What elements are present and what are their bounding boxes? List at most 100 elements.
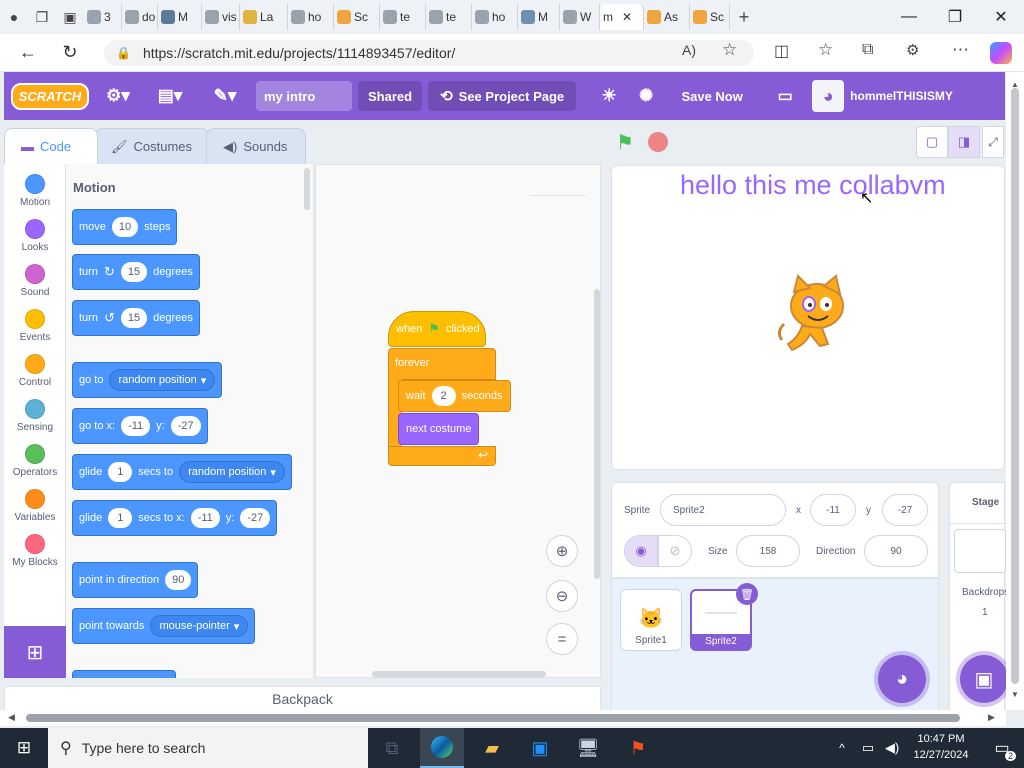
browser-tab[interactable]: ho <box>472 4 518 30</box>
large-stage-icon[interactable]: ◨ <box>948 126 980 158</box>
fullscreen-icon[interactable]: ⤢ <box>982 126 1004 158</box>
block-next-costume[interactable]: next costume <box>398 413 480 445</box>
theme-icon[interactable]: ☀ <box>590 72 628 120</box>
settings-menu-icon[interactable]: ⚙▾ <box>96 72 140 120</box>
debug-icon[interactable]: ✺ <box>628 72 664 120</box>
choose-backdrop-button[interactable]: ▣ <box>960 655 1008 703</box>
profile-icon[interactable]: ● <box>0 3 28 31</box>
block-dropdown[interactable]: random position ▾ <box>179 461 285 483</box>
block-number-input[interactable]: 15 <box>120 308 148 328</box>
scroll-down-icon[interactable]: ▼ <box>1011 690 1019 699</box>
stop-icon[interactable] <box>648 132 668 152</box>
file-explorer-icon[interactable]: ▰ <box>470 728 514 768</box>
favorite-star-icon[interactable]: ☆ <box>722 40 737 60</box>
browser-tab[interactable]: M <box>158 4 202 30</box>
windows-start-icon[interactable]: ⊞ <box>0 728 48 768</box>
browser-tab[interactable]: ho <box>288 4 334 30</box>
block-when-flag-clicked[interactable]: when ⚑ clicked <box>388 311 486 347</box>
hide-sprite-icon[interactable]: ⊘ <box>658 535 692 567</box>
block-number-input[interactable]: 1 <box>108 462 133 482</box>
extensions-icon[interactable]: ⚙ <box>906 41 919 59</box>
shared-button[interactable]: Shared <box>358 81 423 111</box>
refresh-icon[interactable]: ↻ <box>52 37 88 69</box>
scroll-left-icon[interactable]: ◀ <box>8 712 15 723</box>
block-glide-to[interactable]: glide 1 secs to random position ▾ <box>72 454 292 490</box>
show-sprite-icon[interactable]: ◉ <box>624 535 658 567</box>
volume-icon[interactable]: ◀) <box>880 728 904 768</box>
block-dropdown[interactable]: mouse-pointer ▾ <box>150 615 249 637</box>
block-number-input[interactable]: 90 <box>165 570 192 590</box>
block-number-input[interactable]: 10 <box>111 217 139 237</box>
workspaces-icon[interactable]: ❐ <box>28 3 56 31</box>
tab-sounds[interactable]: ◀) Sounds <box>206 128 306 164</box>
zoom-out-icon[interactable]: ⊖ <box>546 580 578 612</box>
choose-sprite-button[interactable]: ◕ <box>878 655 926 703</box>
zoom-in-icon[interactable]: ⊕ <box>546 535 578 567</box>
url-field[interactable]: 🔒 https://scratch.mit.edu/projects/11148… <box>104 40 754 66</box>
category-my-blocks[interactable]: My Blocks <box>4 528 66 572</box>
scrollbar-thumb[interactable] <box>1011 88 1019 684</box>
block-number-input[interactable]: 2 <box>431 386 456 406</box>
browser-tab-active[interactable]: m ✕ <box>600 4 644 30</box>
direction-input[interactable]: 90 <box>864 535 928 567</box>
category-motion[interactable]: Motion <box>4 168 66 212</box>
backdrop-thumbnail[interactable] <box>954 529 1006 573</box>
edit-menu-icon[interactable]: ✎▾ <box>200 72 250 120</box>
category-operators[interactable]: Operators <box>4 438 66 482</box>
windows-flag-icon[interactable]: ⚑ <box>616 728 660 768</box>
block-go-to-xy[interactable]: go to x: -11 y: -27 <box>72 408 208 444</box>
backpack[interactable]: Backpack <box>4 686 601 712</box>
see-project-page-button[interactable]: ⟲ See Project Page <box>428 81 577 111</box>
page-vertical-scrollbar[interactable]: ▲ ▼ <box>1006 72 1024 710</box>
scrollbar-thumb[interactable] <box>26 714 960 722</box>
script-horizontal-scrollbar[interactable] <box>372 671 546 677</box>
notifications-icon[interactable]: ▭ 2 <box>980 728 1024 768</box>
block-glide-to-xy[interactable]: glide 1 secs to x: -11 y: -27 <box>72 500 278 536</box>
block-turn-right[interactable]: turn ↻ 15 degrees <box>72 254 200 290</box>
browser-tab[interactable]: Sc <box>690 4 730 30</box>
block-go-to[interactable]: go to random position ▾ <box>72 362 223 398</box>
block-partial[interactable] <box>72 670 176 678</box>
script-vertical-scrollbar[interactable] <box>594 289 600 579</box>
favorites-icon[interactable]: ☆ <box>818 40 833 60</box>
tab-close-icon[interactable]: ✕ <box>622 10 632 24</box>
my-stuff-folder-icon[interactable]: ▭ <box>760 72 810 120</box>
minimize-icon[interactable]: — <box>886 0 932 34</box>
project-title-input[interactable]: my intro <box>256 81 352 111</box>
size-input[interactable]: 158 <box>736 535 800 567</box>
block-point-towards[interactable]: point towards mouse-pointer ▾ <box>72 608 256 644</box>
edge-browser-icon[interactable] <box>420 728 464 768</box>
sprite-name-input[interactable]: Sprite2 <box>660 494 786 526</box>
taskbar-clock[interactable]: 10:47 PM 12/27/2024 <box>906 731 976 763</box>
palette-scrollbar[interactable] <box>304 168 310 210</box>
app-window-icon[interactable]: ▣ <box>518 728 562 768</box>
block-move-steps[interactable]: move 10 steps <box>72 209 178 245</box>
category-sound[interactable]: Sound <box>4 258 66 302</box>
browser-tab[interactable]: W <box>560 4 600 30</box>
sprite-thumbnail[interactable]: 🐱 Sprite1 <box>620 589 682 651</box>
tab-actions-icon[interactable]: ▣ <box>56 3 84 31</box>
green-flag-icon[interactable]: ⚑ <box>616 130 634 155</box>
x-input[interactable]: -11 <box>810 494 856 526</box>
browser-tab[interactable]: te <box>426 4 472 30</box>
file-menu-icon[interactable]: ▤▾ <box>140 72 200 120</box>
browser-tab[interactable]: M <box>518 4 560 30</box>
delete-sprite-icon[interactable]: 🗑 <box>736 583 758 605</box>
browser-tab[interactable]: La <box>240 4 288 30</box>
category-events[interactable]: Events <box>4 303 66 347</box>
read-aloud-icon[interactable]: A) <box>682 42 696 58</box>
browser-tab[interactable]: As <box>644 4 690 30</box>
new-tab-icon[interactable]: + <box>730 3 758 31</box>
y-input[interactable]: -27 <box>882 494 928 526</box>
browser-tab[interactable]: 3 <box>84 4 122 30</box>
block-number-input[interactable]: -11 <box>190 508 220 528</box>
maximize-icon[interactable]: ❐ <box>932 0 978 34</box>
page-horizontal-scrollbar[interactable]: ◀ ▶ <box>0 710 1006 726</box>
scratch-logo[interactable]: SCRATCH <box>4 72 96 120</box>
block-dropdown[interactable]: random position ▾ <box>109 369 216 391</box>
network-icon[interactable]: ▭ <box>856 728 880 768</box>
show-hidden-icons-icon[interactable]: ^ <box>830 728 854 768</box>
copilot-icon[interactable] <box>990 42 1012 64</box>
stage-canvas[interactable]: hello this me collabvm ↖ <box>611 165 1005 470</box>
browser-tab[interactable]: Sc <box>334 4 380 30</box>
